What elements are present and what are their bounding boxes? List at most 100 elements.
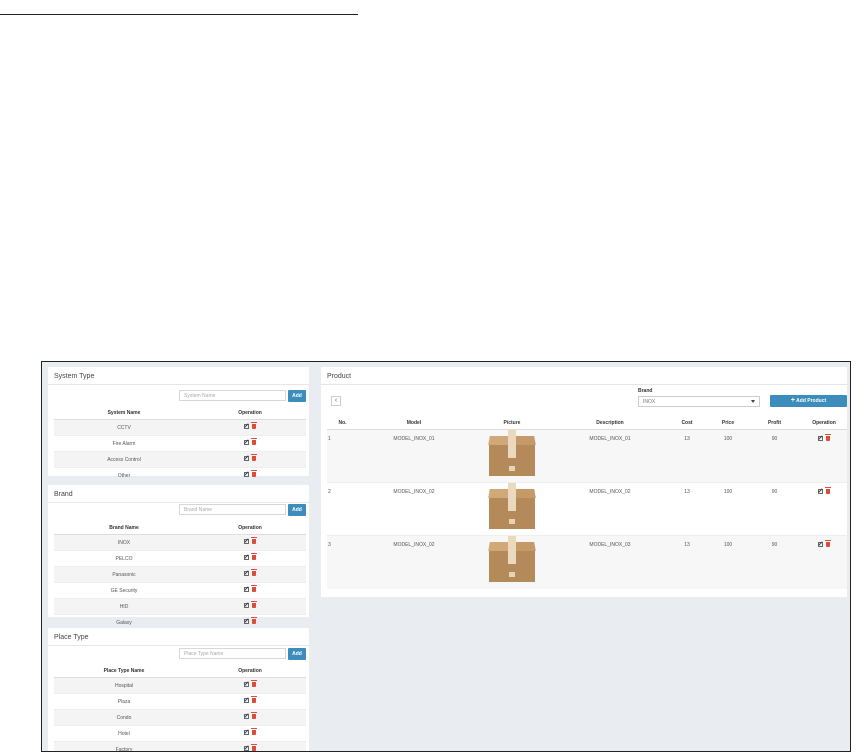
table-row: Plaza — [54, 693, 306, 710]
panel-title: Brand — [54, 491, 73, 498]
edit-icon[interactable] — [818, 436, 823, 441]
trash-icon[interactable] — [825, 434, 831, 441]
model-cell: MODEL_INOX_02 — [358, 535, 470, 589]
edit-icon[interactable] — [244, 730, 249, 735]
edit-icon[interactable] — [244, 587, 249, 592]
brand-select[interactable]: INOX — [638, 396, 760, 407]
trash-icon[interactable] — [825, 540, 831, 547]
table-row: Hotel — [54, 725, 306, 742]
add-place-type-button[interactable]: Add — [288, 648, 306, 660]
edit-icon[interactable] — [244, 440, 249, 445]
edit-icon[interactable] — [244, 472, 249, 477]
chevron-left-icon: ‹ — [334, 397, 338, 404]
brand-name-input[interactable]: Brand Name — [179, 504, 286, 515]
edit-icon[interactable] — [244, 424, 249, 429]
trash-icon[interactable] — [251, 454, 257, 461]
table-row: Access Control — [54, 451, 306, 468]
edit-icon[interactable] — [244, 571, 249, 576]
table-row: Condo — [54, 709, 306, 726]
brand-select-value: INOX — [643, 399, 656, 405]
column-header: Price — [708, 417, 748, 430]
system-name-input[interactable]: System Name — [179, 390, 286, 401]
table-row: 2 MODEL_INOX_02 MODEL_INOX_02 13 100 90 — [327, 482, 847, 536]
panel-title: Place Type — [54, 634, 89, 641]
edit-icon[interactable] — [244, 555, 249, 560]
no-cell: 2 — [327, 482, 358, 536]
column-header: System Name — [54, 407, 194, 420]
trash-icon[interactable] — [251, 617, 257, 624]
trash-icon[interactable] — [251, 470, 257, 477]
trash-icon[interactable] — [251, 553, 257, 560]
trash-icon[interactable] — [251, 601, 257, 608]
plus-icon: + — [790, 397, 795, 404]
place-type-name-input[interactable]: Place Type Name — [179, 648, 286, 659]
column-header: Picture — [470, 417, 554, 430]
table-header-row: Brand Name Operation — [54, 522, 306, 535]
table-row: CCTV — [54, 419, 306, 436]
table-header-row: Place Type Name Operation — [54, 665, 306, 678]
profit-cell: 90 — [748, 482, 801, 536]
column-header: Description — [554, 417, 666, 430]
trash-icon[interactable] — [251, 728, 257, 735]
description-cell: MODEL_INOX_03 — [554, 535, 666, 589]
panel-title: System Type — [54, 373, 95, 380]
cost-cell: 13 — [666, 535, 708, 589]
place-type-panel: Place Type Place Type Name Add Place Typ… — [48, 628, 309, 751]
picture-cell — [470, 535, 554, 589]
brand-name-cell: Panasonic — [54, 566, 194, 583]
trash-icon[interactable] — [251, 585, 257, 592]
panel-divider — [48, 645, 309, 646]
no-cell: 1 — [327, 429, 358, 483]
edit-icon[interactable] — [244, 682, 249, 687]
edit-icon[interactable] — [244, 619, 249, 624]
edit-icon[interactable] — [244, 714, 249, 719]
trash-icon[interactable] — [251, 744, 257, 751]
table-row: PELCO — [54, 550, 306, 567]
trash-icon[interactable] — [251, 438, 257, 445]
edit-icon[interactable] — [244, 698, 249, 703]
picture-cell — [470, 482, 554, 536]
edit-icon[interactable] — [818, 489, 823, 494]
add-system-button[interactable]: Add — [288, 390, 306, 402]
trash-icon[interactable] — [825, 487, 831, 494]
edit-icon[interactable] — [244, 456, 249, 461]
product-image — [488, 536, 536, 582]
product-table: No. Model Picture Description Cost Price… — [327, 417, 847, 589]
column-header: Operation — [194, 407, 306, 420]
trash-icon[interactable] — [251, 696, 257, 703]
price-cell: 100 — [708, 535, 748, 589]
trash-icon[interactable] — [251, 422, 257, 429]
table-header-row: No. Model Picture Description Cost Price… — [327, 417, 847, 430]
column-header: Operation — [194, 522, 306, 535]
table-row: GE Security — [54, 582, 306, 599]
no-cell: 3 — [327, 535, 358, 589]
brand-filter-label: Brand — [638, 388, 653, 394]
app-window: System Type System Name Add System Name … — [41, 361, 851, 752]
trash-icon[interactable] — [251, 569, 257, 576]
add-brand-button[interactable]: Add — [288, 504, 306, 516]
trash-icon[interactable] — [251, 537, 257, 544]
place-type-cell: Hotel — [54, 725, 194, 742]
brand-name-cell: HID — [54, 598, 194, 615]
profit-cell: 90 — [748, 535, 801, 589]
edit-icon[interactable] — [244, 539, 249, 544]
system-name-cell: Fire Alarm — [54, 435, 194, 452]
edit-icon[interactable] — [244, 746, 249, 751]
panel-title: Product — [327, 373, 352, 380]
add-product-button[interactable]: + Add Product — [770, 395, 847, 407]
description-cell: MODEL_INOX_01 — [554, 429, 666, 483]
edit-icon[interactable] — [818, 542, 823, 547]
description-cell: MODEL_INOX_02 — [554, 482, 666, 536]
table-row: Hospital — [54, 677, 306, 694]
trash-icon[interactable] — [251, 680, 257, 687]
trash-icon[interactable] — [251, 712, 257, 719]
cost-cell: 13 — [666, 482, 708, 536]
place-type-cell: Condo — [54, 709, 194, 726]
back-button[interactable]: ‹ — [331, 396, 341, 406]
table-row: 1 MODEL_INOX_01 MODEL_INOX_01 13 100 90 — [327, 429, 847, 483]
profit-cell: 90 — [748, 429, 801, 483]
place-type-cell: Plaza — [54, 693, 194, 710]
place-type-cell: Hospital — [54, 677, 194, 694]
column-header: No. — [327, 417, 358, 430]
edit-icon[interactable] — [244, 603, 249, 608]
